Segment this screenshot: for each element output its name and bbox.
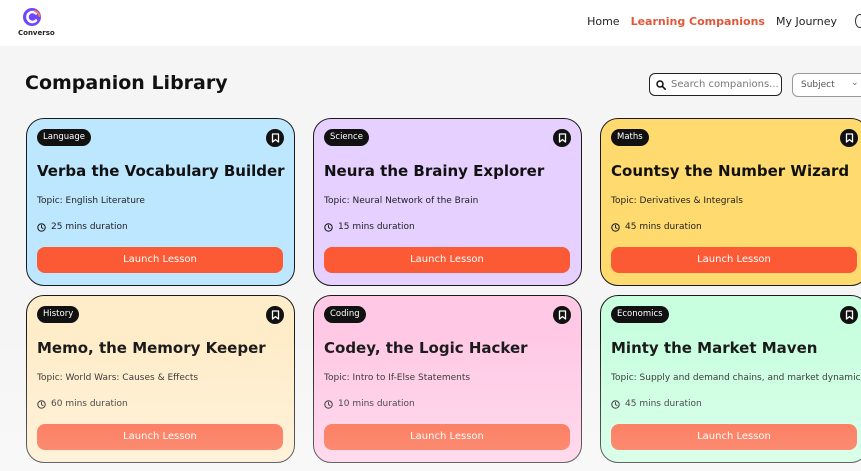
logo-icon <box>23 8 41 26</box>
companion-topic: Topic: English Literature <box>37 196 145 206</box>
bookmark-icon <box>271 133 279 143</box>
duration-label: 10 mins duration <box>338 399 415 409</box>
companion-duration: 15 mins duration <box>324 222 415 232</box>
companion-title: Memo, the Memory Keeper <box>37 339 266 357</box>
companion-duration: 25 mins duration <box>37 222 128 232</box>
clock-icon <box>324 399 333 409</box>
bookmark-icon <box>845 133 853 143</box>
chevron-down-icon: ⌄ <box>851 78 859 88</box>
subject-badge: Maths <box>611 129 649 146</box>
companion-topic: Topic: Neural Network of the Brain <box>324 196 479 206</box>
clock-icon <box>611 399 620 409</box>
subject-select[interactable]: Subject ⌄ <box>792 73 861 97</box>
companion-card[interactable]: Science Neura the Brainy Explorer Topic:… <box>313 118 582 286</box>
launch-lesson-button[interactable]: Launch Lesson <box>37 424 283 450</box>
companion-title: Countsy the Number Wizard <box>611 162 850 180</box>
duration-label: 60 mins duration <box>51 399 128 409</box>
clock-icon <box>37 399 46 409</box>
clock-icon <box>324 222 333 232</box>
companion-title: Verba the Vocabulary Builder <box>37 162 285 180</box>
brand-logo[interactable]: Converso <box>18 7 55 39</box>
duration-label: 25 mins duration <box>51 222 128 232</box>
companion-title: Minty the Market Maven <box>611 339 818 357</box>
launch-lesson-button[interactable]: Launch Lesson <box>611 247 857 273</box>
nav-my-journey[interactable]: My Journey <box>776 15 837 28</box>
bookmark-button[interactable] <box>840 129 858 147</box>
companion-topic: Topic: Derivatives & Integrals <box>611 196 743 206</box>
subject-badge: Science <box>324 129 369 146</box>
subject-badge: Coding <box>324 306 366 323</box>
bookmark-icon <box>271 310 279 320</box>
companion-duration: 45 mins duration <box>611 399 702 409</box>
companion-topic: Topic: Supply and demand chains, and mar… <box>611 373 861 383</box>
launch-lesson-button[interactable]: Launch Lesson <box>611 424 857 450</box>
search-input[interactable] <box>671 79 779 90</box>
clock-icon <box>37 222 46 232</box>
duration-label: 15 mins duration <box>338 222 415 232</box>
duration-label: 45 mins duration <box>625 222 702 232</box>
companion-card[interactable]: Coding Codey, the Logic Hacker Topic: In… <box>313 295 582 463</box>
navbar: Converso Home Learning Companions My Jou… <box>0 0 861 46</box>
subject-badge: Language <box>37 129 91 146</box>
companion-duration: 60 mins duration <box>37 399 128 409</box>
companion-card[interactable]: Economics Minty the Market Maven Topic: … <box>600 295 861 463</box>
companion-card[interactable]: History Memo, the Memory Keeper Topic: W… <box>26 295 295 463</box>
user-avatar-icon[interactable] <box>855 14 861 28</box>
nav-learning-companions[interactable]: Learning Companions <box>631 15 765 28</box>
bookmark-icon <box>845 310 853 320</box>
bookmark-button[interactable] <box>840 306 858 324</box>
bookmark-icon <box>558 133 566 143</box>
companion-duration: 10 mins duration <box>324 399 415 409</box>
companion-title: Neura the Brainy Explorer <box>324 162 545 180</box>
bookmark-button[interactable] <box>553 129 571 147</box>
subject-badge: History <box>37 306 80 323</box>
brand-name: Converso <box>18 29 55 37</box>
bookmark-button[interactable] <box>266 129 284 147</box>
nav-home[interactable]: Home <box>587 15 619 28</box>
launch-lesson-button[interactable]: Launch Lesson <box>324 247 570 273</box>
companion-duration: 45 mins duration <box>611 222 702 232</box>
subject-badge: Economics <box>611 306 669 323</box>
duration-label: 45 mins duration <box>625 399 702 409</box>
companion-title: Codey, the Logic Hacker <box>324 339 528 357</box>
companion-topic: Topic: Intro to If-Else Statements <box>324 373 471 383</box>
companion-topic: Topic: World Wars: Causes & Effects <box>37 373 199 383</box>
clock-icon <box>611 222 620 232</box>
companion-card[interactable]: Maths Countsy the Number Wizard Topic: D… <box>600 118 861 286</box>
subject-select-label: Subject <box>801 80 835 90</box>
bookmark-button[interactable] <box>266 306 284 324</box>
launch-lesson-button[interactable]: Launch Lesson <box>37 247 283 273</box>
nav-links: Home Learning Companions My Journey <box>587 15 837 28</box>
search-icon <box>656 79 666 90</box>
bookmark-button[interactable] <box>553 306 571 324</box>
page-title: Companion Library <box>25 72 228 94</box>
bookmark-icon <box>558 310 566 320</box>
launch-lesson-button[interactable]: Launch Lesson <box>324 424 570 450</box>
search-box[interactable] <box>649 73 782 96</box>
companion-card[interactable]: Language Verba the Vocabulary Builder To… <box>26 118 295 286</box>
